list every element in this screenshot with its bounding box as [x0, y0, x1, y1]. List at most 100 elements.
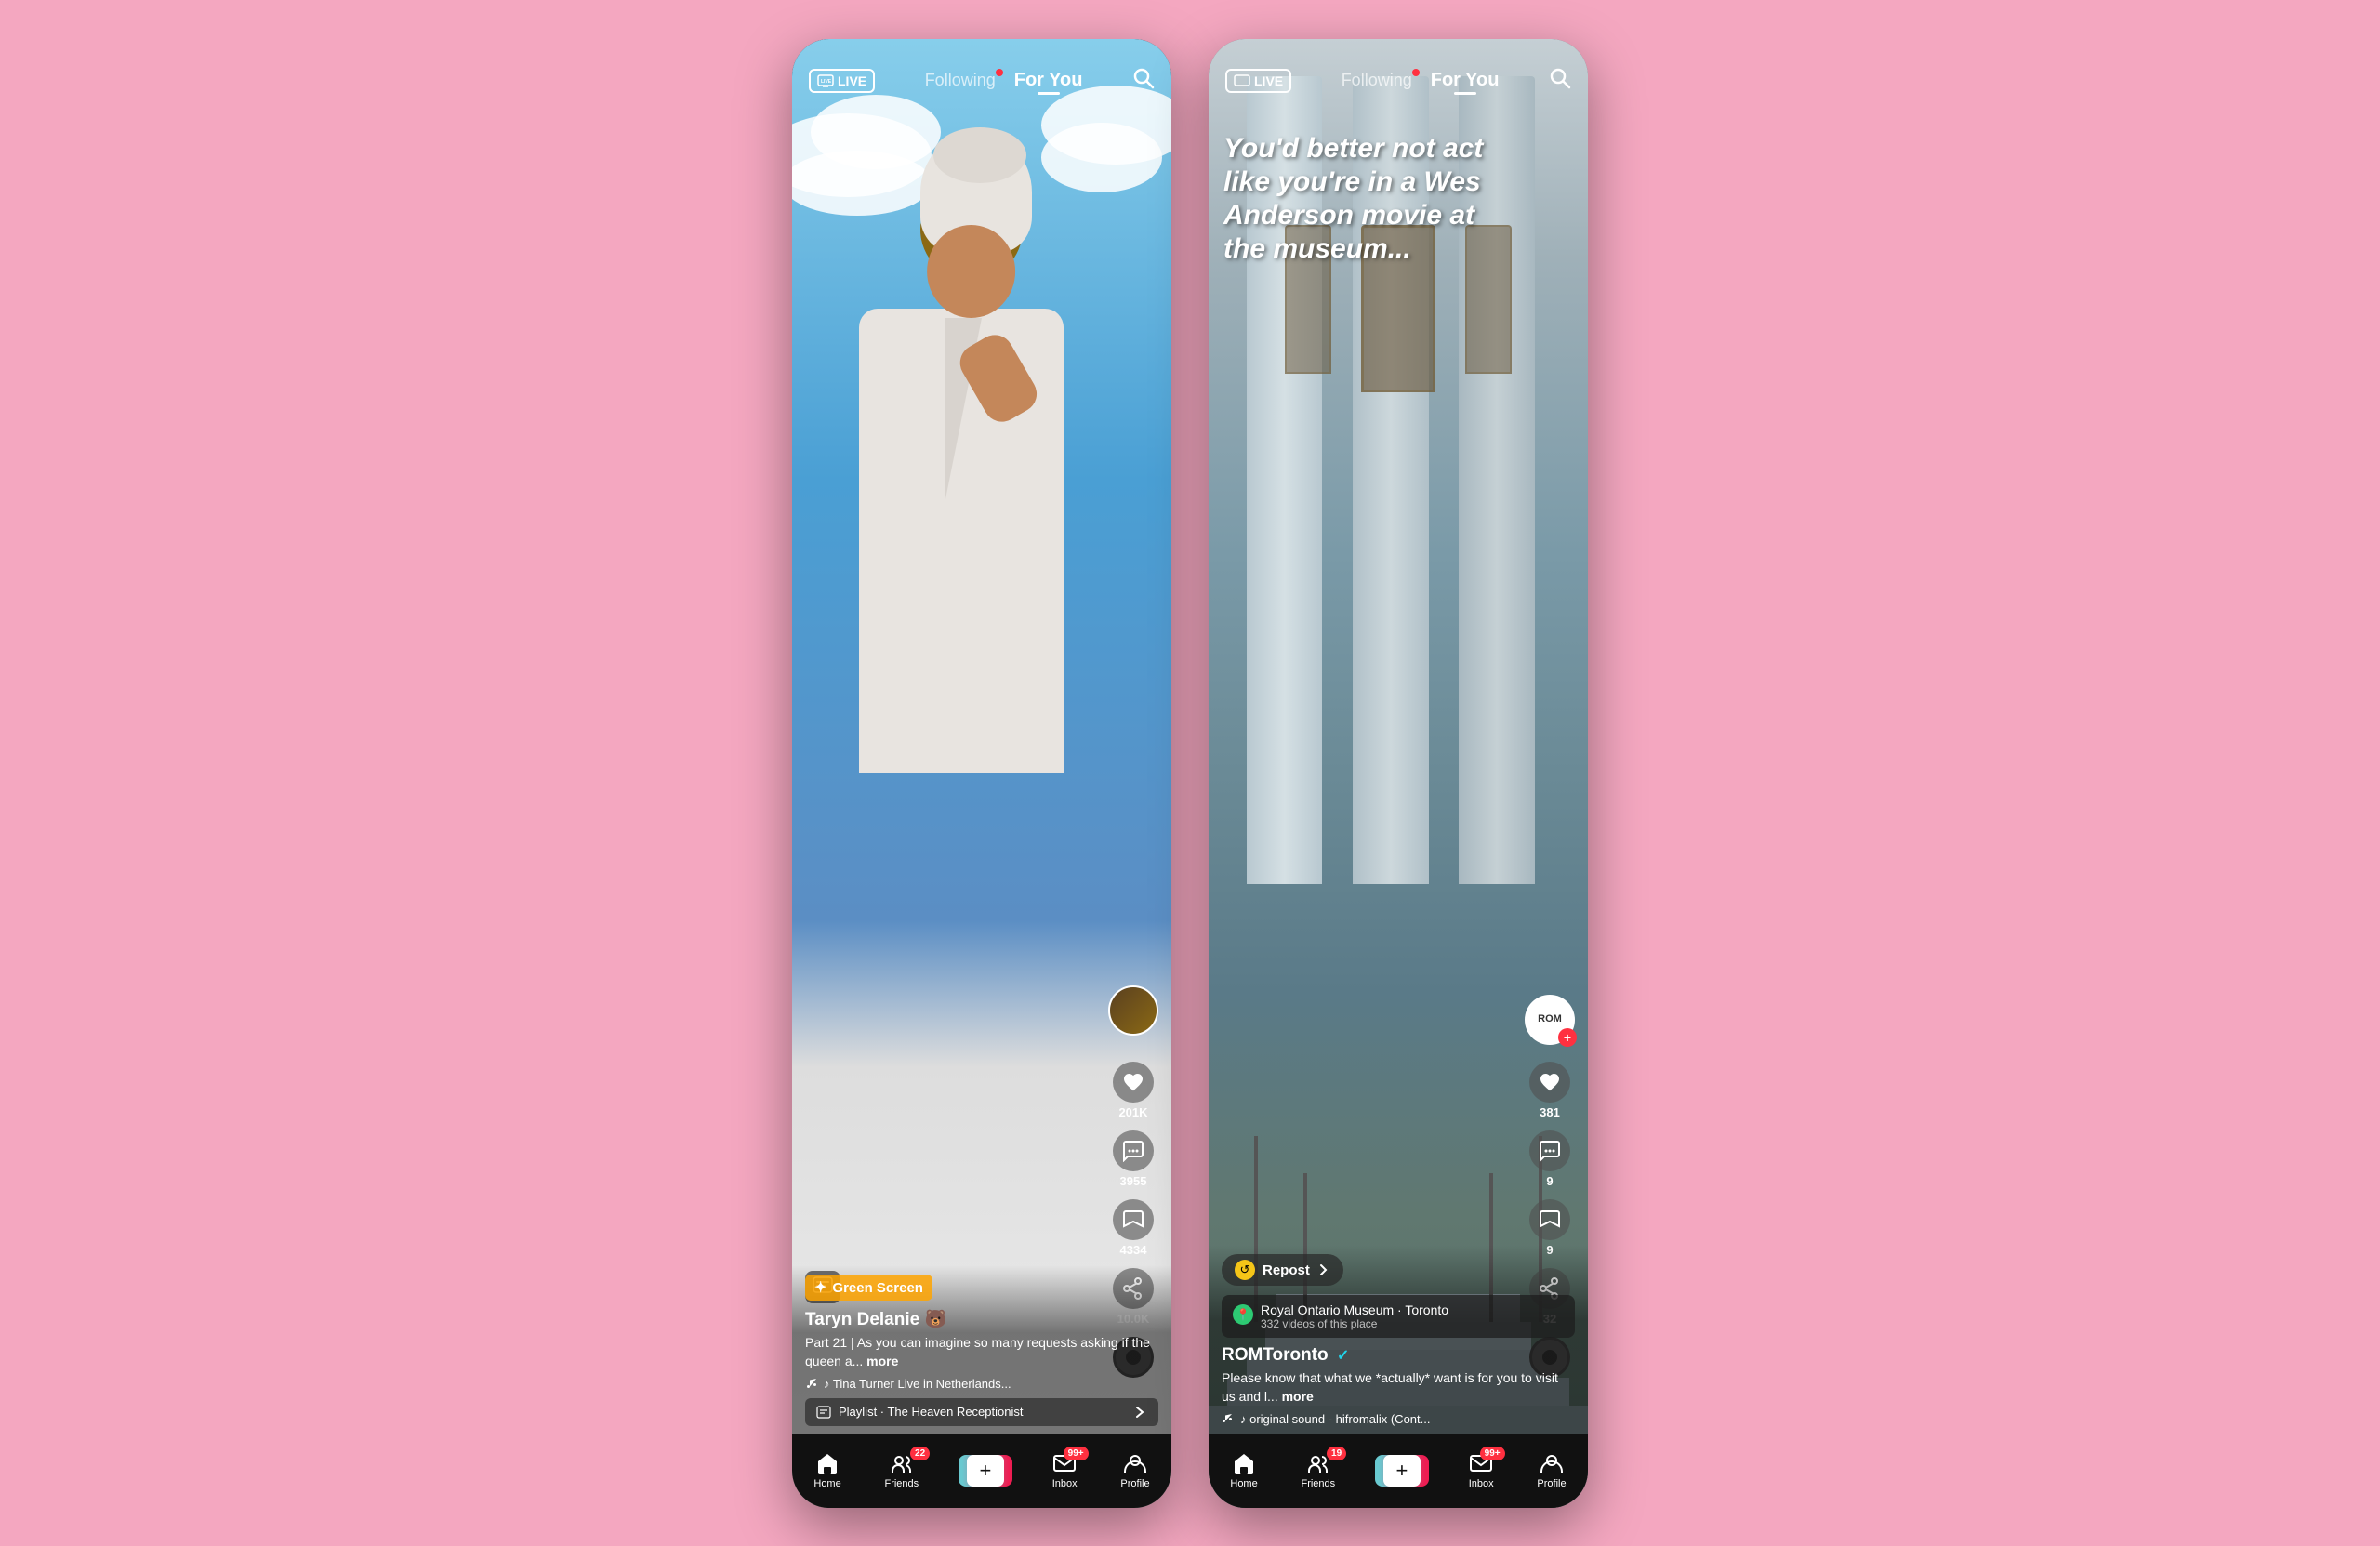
create-button[interactable]: +	[962, 1455, 1009, 1487]
phone2-nav-profile[interactable]: Profile	[1537, 1452, 1566, 1489]
inbox-label: Inbox	[1052, 1478, 1078, 1489]
creator-avatar	[1108, 985, 1158, 1036]
phone2-caption-area: ↺ Repost 📍 Royal Ontario Museum · Toront…	[1209, 1245, 1588, 1433]
chevron-right-icon	[1132, 1405, 1147, 1420]
more-link[interactable]: more	[866, 1354, 898, 1368]
home-label: Home	[813, 1478, 840, 1489]
phone2-comment-button[interactable]	[1529, 1130, 1570, 1171]
playlist-icon	[816, 1405, 831, 1420]
following-tab[interactable]: Following	[925, 71, 996, 90]
like-button[interactable]	[1113, 1062, 1154, 1103]
bookmark-count: 4334	[1120, 1243, 1147, 1257]
phone2-create-button-inner: +	[1383, 1455, 1421, 1487]
phone2-live-label: LIVE	[1254, 73, 1283, 88]
phone2-following-dot	[1412, 69, 1420, 76]
phone2-live-badge[interactable]: LIVE	[1225, 69, 1291, 93]
bookmark-action[interactable]: 4334	[1113, 1199, 1154, 1257]
foryou-tab[interactable]: For You	[1014, 70, 1083, 91]
inbox-badge: 99+	[1064, 1447, 1089, 1460]
video-text-overlay: You'd better not act like you're in a We…	[1223, 132, 1514, 266]
phone2-music-note-icon	[1222, 1412, 1235, 1425]
repost-chevron-icon	[1317, 1263, 1330, 1276]
phone2-following-tab[interactable]: Following	[1342, 71, 1412, 90]
like-action[interactable]: 201K	[1113, 1062, 1154, 1119]
phone2-header: LIVE Following For You	[1209, 39, 1588, 123]
phone2-nav-inbox[interactable]: 99+ Inbox	[1469, 1452, 1494, 1489]
follow-plus-badge[interactable]: +	[1558, 1028, 1577, 1047]
phone2-nav-home[interactable]: Home	[1230, 1452, 1257, 1489]
green-screen-tag[interactable]: ✦ Green Screen	[805, 1275, 932, 1301]
phone1-caption-area: ✦ Green Screen Taryn Delanie 🐻 Part 21 |…	[792, 1265, 1171, 1433]
repost-icon: ↺	[1235, 1260, 1255, 1280]
like-count: 201K	[1118, 1105, 1147, 1119]
phone2-foryou-tab[interactable]: For You	[1431, 70, 1500, 91]
svg-text:LIVE: LIVE	[821, 79, 832, 85]
phone1-header: LIVE LIVE Following For You	[792, 39, 1171, 123]
search-button[interactable]	[1132, 67, 1155, 95]
nav-inbox[interactable]: 99+ Inbox	[1052, 1452, 1078, 1489]
friends-label: Friends	[884, 1478, 919, 1489]
phone2-like-count: 381	[1540, 1105, 1560, 1119]
phone2-create-button[interactable]: +	[1379, 1455, 1425, 1487]
phone2-home-icon	[1232, 1452, 1256, 1476]
nav-friends[interactable]: 22 Friends	[884, 1452, 919, 1489]
phone2-nav-create[interactable]: +	[1379, 1455, 1425, 1487]
phone2-bookmark-button[interactable]	[1529, 1199, 1570, 1240]
phone2-friends-label: Friends	[1301, 1478, 1335, 1489]
phone2-like-button[interactable]	[1529, 1062, 1570, 1103]
home-icon	[815, 1452, 840, 1476]
live-tv-icon: LIVE	[817, 74, 834, 87]
bookmark-icon	[1123, 1209, 1144, 1231]
repost-label: Repost	[1263, 1262, 1310, 1278]
live-badge[interactable]: LIVE LIVE	[809, 69, 875, 93]
phone2-like-action[interactable]: 381	[1529, 1062, 1570, 1119]
comment-action[interactable]: 3955	[1113, 1130, 1154, 1188]
phone2-creator-username[interactable]: ROMToronto ✓	[1222, 1345, 1575, 1366]
nav-create[interactable]: +	[962, 1455, 1009, 1487]
location-name: Royal Ontario Museum · Toronto	[1261, 1302, 1448, 1317]
phone2-inbox-badge: 99+	[1480, 1447, 1505, 1460]
location-sub: 332 videos of this place	[1261, 1317, 1448, 1330]
phone1: LIVE LIVE Following For You	[792, 39, 1171, 1508]
nav-home[interactable]: Home	[813, 1452, 840, 1489]
phone2: LIVE Following For You You'd better not …	[1209, 39, 1588, 1508]
phone2-comment-icon	[1539, 1140, 1561, 1162]
rom-avatar-wrap[interactable]: ROM +	[1525, 995, 1575, 1045]
comment-button[interactable]	[1113, 1130, 1154, 1171]
heart-icon	[1122, 1071, 1144, 1093]
phone2-profile-icon	[1540, 1452, 1564, 1476]
comment-icon	[1122, 1140, 1144, 1162]
phone2-bottom-nav: Home 19 Friends + 99+ Inbox	[1209, 1434, 1588, 1508]
playlist-bar[interactable]: Playlist · The Heaven Receptionist	[805, 1398, 1158, 1426]
phone2-more-link[interactable]: more	[1282, 1389, 1314, 1404]
phone2-home-label: Home	[1230, 1478, 1257, 1489]
nav-profile[interactable]: Profile	[1120, 1452, 1149, 1489]
verified-badge: ✓	[1337, 1346, 1349, 1365]
live-tv-icon2	[1234, 74, 1250, 87]
following-notification-dot	[996, 69, 1003, 76]
phone2-profile-label: Profile	[1537, 1478, 1566, 1489]
creator-avatar-wrap[interactable]	[1108, 985, 1158, 1045]
phone2-header-nav: Following For You	[1342, 70, 1500, 91]
phone2-heart-icon	[1539, 1071, 1561, 1093]
location-icon: 📍	[1233, 1304, 1253, 1325]
phone2-nav-friends[interactable]: 19 Friends	[1301, 1452, 1335, 1489]
phone2-comment-action[interactable]: 9	[1529, 1130, 1570, 1188]
location-bar[interactable]: 📍 Royal Ontario Museum · Toronto 332 vid…	[1222, 1295, 1575, 1338]
phone2-search-button[interactable]	[1549, 67, 1571, 95]
phone2-inbox-label: Inbox	[1469, 1478, 1494, 1489]
live-label: LIVE	[838, 73, 866, 88]
repost-bar[interactable]: ↺ Repost	[1222, 1254, 1343, 1286]
creator-username[interactable]: Taryn Delanie 🐻	[805, 1308, 1158, 1330]
profile-label: Profile	[1120, 1478, 1149, 1489]
music-note-icon	[805, 1377, 818, 1390]
phone2-comment-count: 9	[1546, 1174, 1553, 1188]
phone1-bottom-nav: Home 22 Friends + 99+ Inbox	[792, 1434, 1171, 1508]
bookmark-button[interactable]	[1113, 1199, 1154, 1240]
sound-info[interactable]: ♪ Tina Turner Live in Netherlands...	[805, 1377, 1158, 1391]
phone2-friends-badge: 19	[1327, 1447, 1346, 1460]
phone2-sound-info[interactable]: ♪ original sound - hifromalix (Cont...	[1222, 1412, 1575, 1426]
phone2-bookmark-icon	[1540, 1209, 1560, 1231]
create-button-inner: +	[967, 1455, 1004, 1487]
video-caption: Part 21 | As you can imagine so many req…	[805, 1334, 1158, 1370]
